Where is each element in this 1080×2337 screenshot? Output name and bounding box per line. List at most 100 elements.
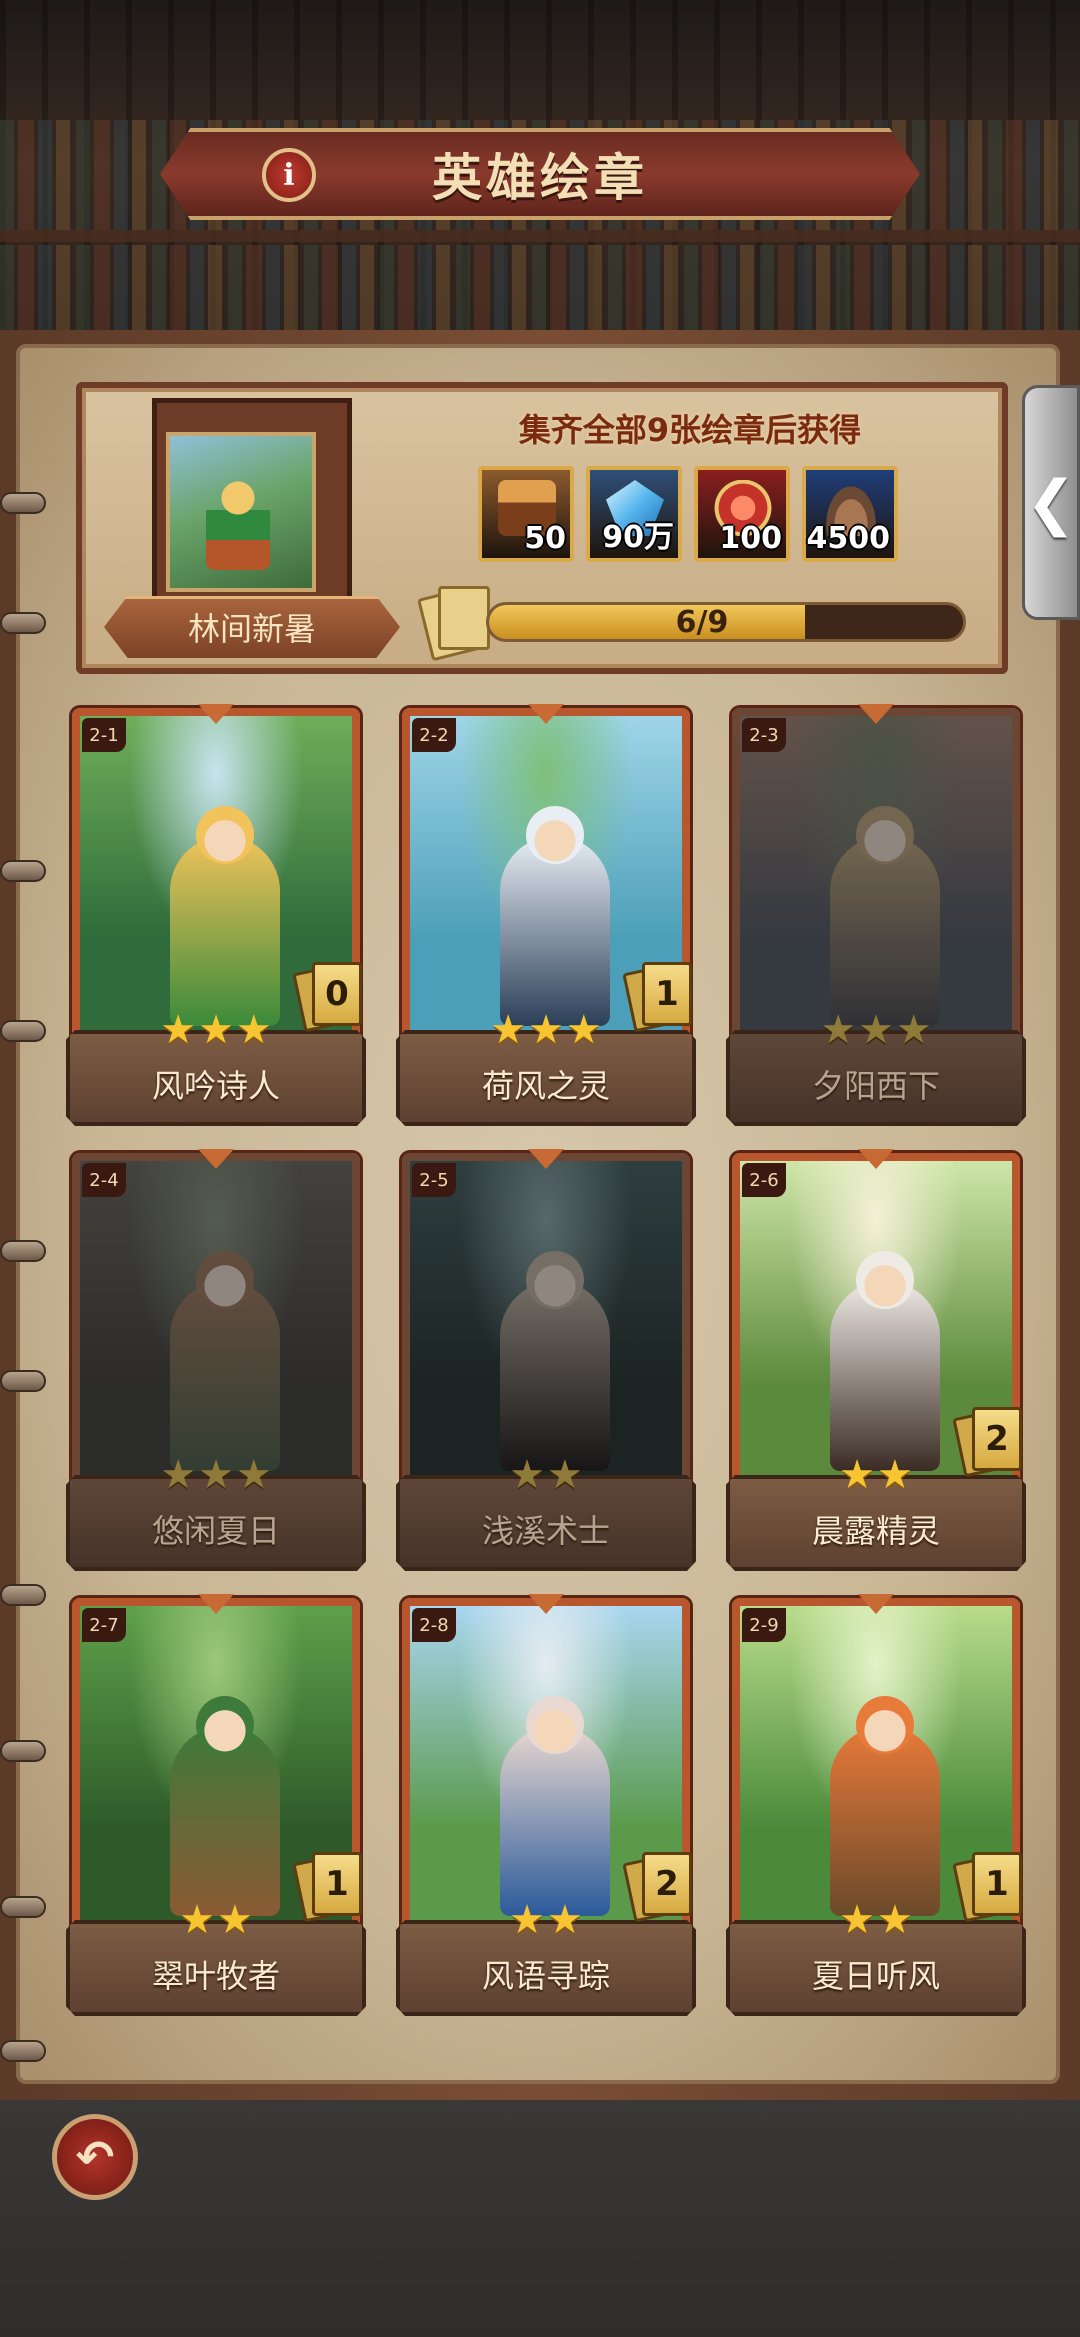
star-icon: ★ [509, 1452, 545, 1498]
star-icon: ★ [877, 1452, 913, 1498]
hero-head [856, 1251, 914, 1309]
card-number-badge: 2-8 [412, 1608, 456, 1642]
star-icon: ★ [179, 1897, 215, 1943]
info-icon[interactable]: i [262, 148, 316, 202]
star-icon: ★ [235, 1007, 272, 1053]
hero-card[interactable]: 2-6 ★ ★ 晨露精灵 2 [726, 1149, 1026, 1583]
card-count-badge: 1 [952, 1850, 1024, 1923]
card-frame: 2-4 [72, 1153, 360, 1489]
hero-figure [500, 1281, 610, 1471]
card-star-rating: ★ ★ ★ [66, 1455, 366, 1495]
hero-figure [170, 1726, 280, 1916]
card-number-badge: 2-7 [82, 1608, 126, 1642]
card-name: 夕阳西下 [811, 1067, 940, 1105]
card-name: 悠闲夏日 [151, 1512, 280, 1550]
binding-ring [0, 1896, 46, 1918]
card-artwork [410, 1161, 682, 1481]
star-icon: ★ [820, 1007, 857, 1053]
album-progress-label: 6/9 [675, 604, 729, 640]
card-count-value: 1 [312, 1852, 362, 1916]
card-number-badge: 2-4 [82, 1163, 126, 1197]
binding-ring [0, 1020, 46, 1042]
hero-card[interactable]: 2-3 ★ ★ ★ 夕阳西下 [726, 704, 1026, 1138]
binding-ring [0, 1740, 46, 1762]
hero-head [196, 1251, 254, 1309]
star-icon: ★ [509, 1897, 545, 1943]
hero-head [856, 806, 914, 864]
star-icon: ★ [547, 1452, 583, 1498]
card-count-value: 2 [972, 1407, 1022, 1471]
star-icon: ★ [198, 1452, 234, 1498]
card-name: 荷风之灵 [481, 1067, 610, 1105]
binding-ring [0, 860, 46, 882]
hero-figure [830, 836, 940, 1026]
card-count-value: 1 [642, 962, 692, 1026]
star-icon: ★ [235, 1452, 272, 1498]
star-icon: ★ [490, 1007, 527, 1053]
star-icon: ★ [839, 1452, 875, 1498]
reward-quantity: 50 [524, 521, 566, 556]
card-name: 风吟诗人 [151, 1067, 280, 1105]
star-icon: ★ [858, 1007, 894, 1053]
card-name: 浅溪术士 [481, 1512, 610, 1550]
card-name: 晨露精灵 [811, 1512, 940, 1550]
reward-item[interactable]: 4500 [802, 466, 898, 562]
card-star-rating: ★ ★ [396, 1455, 696, 1495]
binding-ring [0, 1584, 46, 1606]
binding-ring [0, 1240, 46, 1262]
card-count-value: 1 [972, 1852, 1022, 1916]
card-star-rating: ★ ★ ★ [726, 1010, 1026, 1050]
side-tab-collapse[interactable]: ❮ [1022, 385, 1080, 620]
card-count-badge: 2 [622, 1850, 694, 1923]
hero-card[interactable]: 2-1 ★ ★ ★ 风吟诗人 0 [66, 704, 366, 1138]
back-arrow-icon[interactable]: ↶ [52, 2114, 138, 2200]
card-count-value: 2 [642, 1852, 692, 1916]
hero-card[interactable]: 2-7 ★ ★ 翠叶牧者 1 [66, 1594, 366, 2028]
hero-card[interactable]: 2-4 ★ ★ ★ 悠闲夏日 [66, 1149, 366, 1583]
card-name: 翠叶牧者 [151, 1957, 280, 1995]
reward-item[interactable]: 90万 [586, 466, 682, 562]
hero-figure [170, 1281, 280, 1471]
binding-ring [0, 612, 46, 634]
star-icon: ★ [198, 1007, 234, 1053]
star-icon: ★ [160, 1007, 197, 1053]
star-icon: ★ [547, 1897, 583, 1943]
star-icon: ★ [565, 1007, 602, 1053]
reward-item[interactable]: 100 [694, 466, 790, 562]
hero-figure [500, 836, 610, 1026]
star-icon: ★ [528, 1007, 564, 1053]
reward-quantity: 100 [719, 521, 782, 556]
card-name: 风语寻踪 [481, 1957, 610, 1995]
card-number-badge: 2-5 [412, 1163, 456, 1197]
binding-ring [0, 492, 46, 514]
star-icon: ★ [839, 1897, 875, 1943]
hero-figure [500, 1726, 610, 1916]
hero-head [526, 1696, 584, 1754]
card-count-badge: 0 [292, 960, 364, 1033]
bottom-bar [0, 2100, 1080, 2337]
star-icon: ★ [217, 1897, 253, 1943]
hero-card[interactable]: 2-5 ★ ★ 浅溪术士 [396, 1149, 696, 1583]
card-frame: 2-3 [732, 708, 1020, 1044]
hero-head [196, 806, 254, 864]
hero-card[interactable]: 2-8 ★ ★ 风语寻踪 2 [396, 1594, 696, 2028]
hero-figure [830, 1726, 940, 1916]
shelf-board [0, 230, 1080, 242]
reward-item[interactable]: 50 [478, 466, 574, 562]
hero-card[interactable]: 2-2 ★ ★ ★ 荷风之灵 1 [396, 704, 696, 1138]
star-icon: ★ [877, 1897, 913, 1943]
card-stack-icon [417, 584, 496, 662]
card-number-badge: 2-9 [742, 1608, 786, 1642]
binding-ring [0, 1370, 46, 1392]
hero-card[interactable]: 2-9 ★ ★ 夏日听风 1 [726, 1594, 1026, 2028]
card-artwork [740, 716, 1012, 1036]
card-number-badge: 2-3 [742, 718, 786, 752]
hero-figure [830, 1281, 940, 1471]
hero-head [856, 1696, 914, 1754]
card-number-badge: 2-2 [412, 718, 456, 752]
card-artwork [80, 1161, 352, 1481]
star-icon: ★ [895, 1007, 932, 1053]
reward-quantity: 90万 [602, 520, 674, 555]
card-count-badge: 2 [952, 1405, 1024, 1478]
reward-quantity: 4500 [806, 521, 891, 556]
